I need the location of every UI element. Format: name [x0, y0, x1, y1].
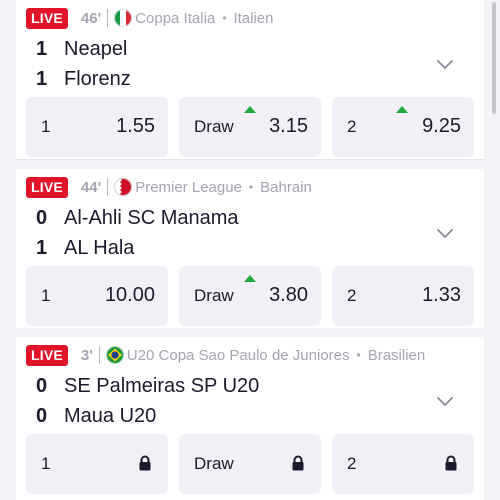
home-team-row: 0 Al-Ahli SC Manama	[36, 205, 239, 231]
lock-icon	[292, 455, 304, 471]
odds-button-away[interactable]: 2 1.33	[332, 266, 474, 326]
meta-dot: •	[356, 348, 361, 362]
odds-label: Draw	[194, 286, 234, 305]
page-margin-left	[0, 0, 16, 500]
home-team-name: SE Palmeiras SP U20	[64, 374, 260, 397]
odds-button-home-locked[interactable]: 1	[26, 434, 168, 494]
country-name: Bahrain	[260, 178, 312, 196]
match-minute: 46'	[80, 9, 102, 27]
meta-dot: •	[248, 180, 254, 194]
odds-label: 2	[347, 454, 357, 473]
chevron-down-icon[interactable]	[436, 395, 454, 407]
match-meta: LIVE 3' U20 Copa Sao Paulo de Juniores •…	[26, 344, 425, 366]
trend-up-icon	[244, 106, 256, 113]
odds-label: 1	[41, 117, 51, 136]
odds-row: 1 1.55 Draw 3.15 2 9.25	[26, 97, 476, 157]
odds-value: 9.25	[422, 115, 461, 137]
odds-row: 1 Draw 2	[26, 434, 476, 494]
bahrain-flag-icon	[114, 178, 133, 196]
match-card[interactable]: LIVE 44' Premier League • Bahrain 0 Al-A…	[16, 169, 484, 329]
match-meta: LIVE 44' Premier League • Bahrain	[26, 176, 312, 198]
scrollbar[interactable]	[489, 0, 500, 500]
odds-button-draw[interactable]: Draw 3.15	[179, 97, 321, 157]
divider	[107, 9, 109, 27]
competition-name[interactable]: Premier League	[135, 179, 242, 196]
live-badge: LIVE	[26, 176, 68, 198]
odds-value: 3.15	[269, 115, 308, 137]
away-score: 1	[36, 236, 48, 259]
live-matches-feed: LIVE 46' Coppa Italia • Italien 1 Neapel…	[16, 0, 484, 500]
card-gap	[16, 328, 484, 337]
brazil-flag-icon	[105, 346, 124, 364]
odds-label: Draw	[194, 454, 234, 473]
live-badge: LIVE	[26, 7, 68, 29]
odds-label: 1	[41, 286, 51, 305]
odds-value: 1.55	[116, 115, 155, 137]
away-team-name: Maua U20	[64, 404, 157, 427]
chevron-down-icon[interactable]	[436, 227, 454, 239]
scrollbar-thumb[interactable]	[492, 2, 496, 114]
odds-button-away[interactable]: 2 9.25	[332, 97, 474, 157]
odds-value: 3.80	[269, 284, 308, 306]
away-score: 1	[36, 67, 48, 90]
away-team-name: AL Hala	[64, 236, 135, 259]
competition-name[interactable]: Coppa Italia	[135, 10, 215, 27]
home-score: 1	[36, 37, 48, 60]
away-score: 0	[36, 404, 48, 427]
lock-icon	[139, 455, 151, 471]
match-meta: LIVE 46' Coppa Italia • Italien	[26, 7, 273, 29]
lock-icon	[445, 455, 457, 471]
odds-button-draw[interactable]: Draw 3.80	[179, 266, 321, 326]
odds-value: 10.00	[104, 284, 155, 306]
divider	[98, 346, 100, 364]
match-card[interactable]: LIVE 46' Coppa Italia • Italien 1 Neapel…	[16, 0, 484, 160]
odds-label: 2	[347, 286, 357, 305]
away-team-row: 1 Florenz	[36, 66, 131, 92]
match-card[interactable]: LIVE 3' U20 Copa Sao Paulo de Juniores •…	[16, 337, 484, 497]
divider	[107, 178, 109, 196]
away-team-row: 1 AL Hala	[36, 235, 134, 261]
odds-button-draw-locked[interactable]: Draw	[179, 434, 321, 494]
odds-label: Draw	[194, 117, 234, 136]
away-team-name: Florenz	[64, 67, 131, 90]
odds-value: 1.33	[422, 284, 461, 306]
meta-dot: •	[222, 11, 227, 25]
home-team-row: 0 SE Palmeiras SP U20	[36, 373, 259, 399]
away-team-row: 0 Maua U20	[36, 403, 156, 429]
home-team-row: 1 Neapel	[36, 36, 127, 62]
home-team-name: Neapel	[64, 37, 128, 60]
competition-name[interactable]: U20 Copa Sao Paulo de Juniores	[127, 347, 350, 364]
italy-flag-icon	[114, 9, 133, 27]
match-minute: 3'	[80, 346, 93, 364]
chevron-down-icon[interactable]	[436, 58, 454, 70]
home-team-name: Al-Ahli SC Manama	[64, 206, 239, 229]
country-name: Brasilien	[367, 346, 426, 364]
odds-button-home[interactable]: 1 1.55	[26, 97, 168, 157]
home-score: 0	[36, 206, 48, 229]
odds-button-away-locked[interactable]: 2	[332, 434, 474, 494]
country-name: Italien	[233, 9, 274, 27]
odds-row: 1 10.00 Draw 3.80 2 1.33	[26, 266, 476, 326]
odds-label: 1	[41, 454, 51, 473]
home-score: 0	[36, 374, 48, 397]
live-badge: LIVE	[26, 344, 68, 366]
card-gap	[16, 160, 484, 169]
trend-up-icon	[396, 106, 408, 113]
odds-button-home[interactable]: 1 10.00	[26, 266, 168, 326]
trend-up-icon	[244, 275, 256, 282]
odds-label: 2	[347, 117, 357, 136]
match-minute: 44'	[80, 178, 102, 196]
